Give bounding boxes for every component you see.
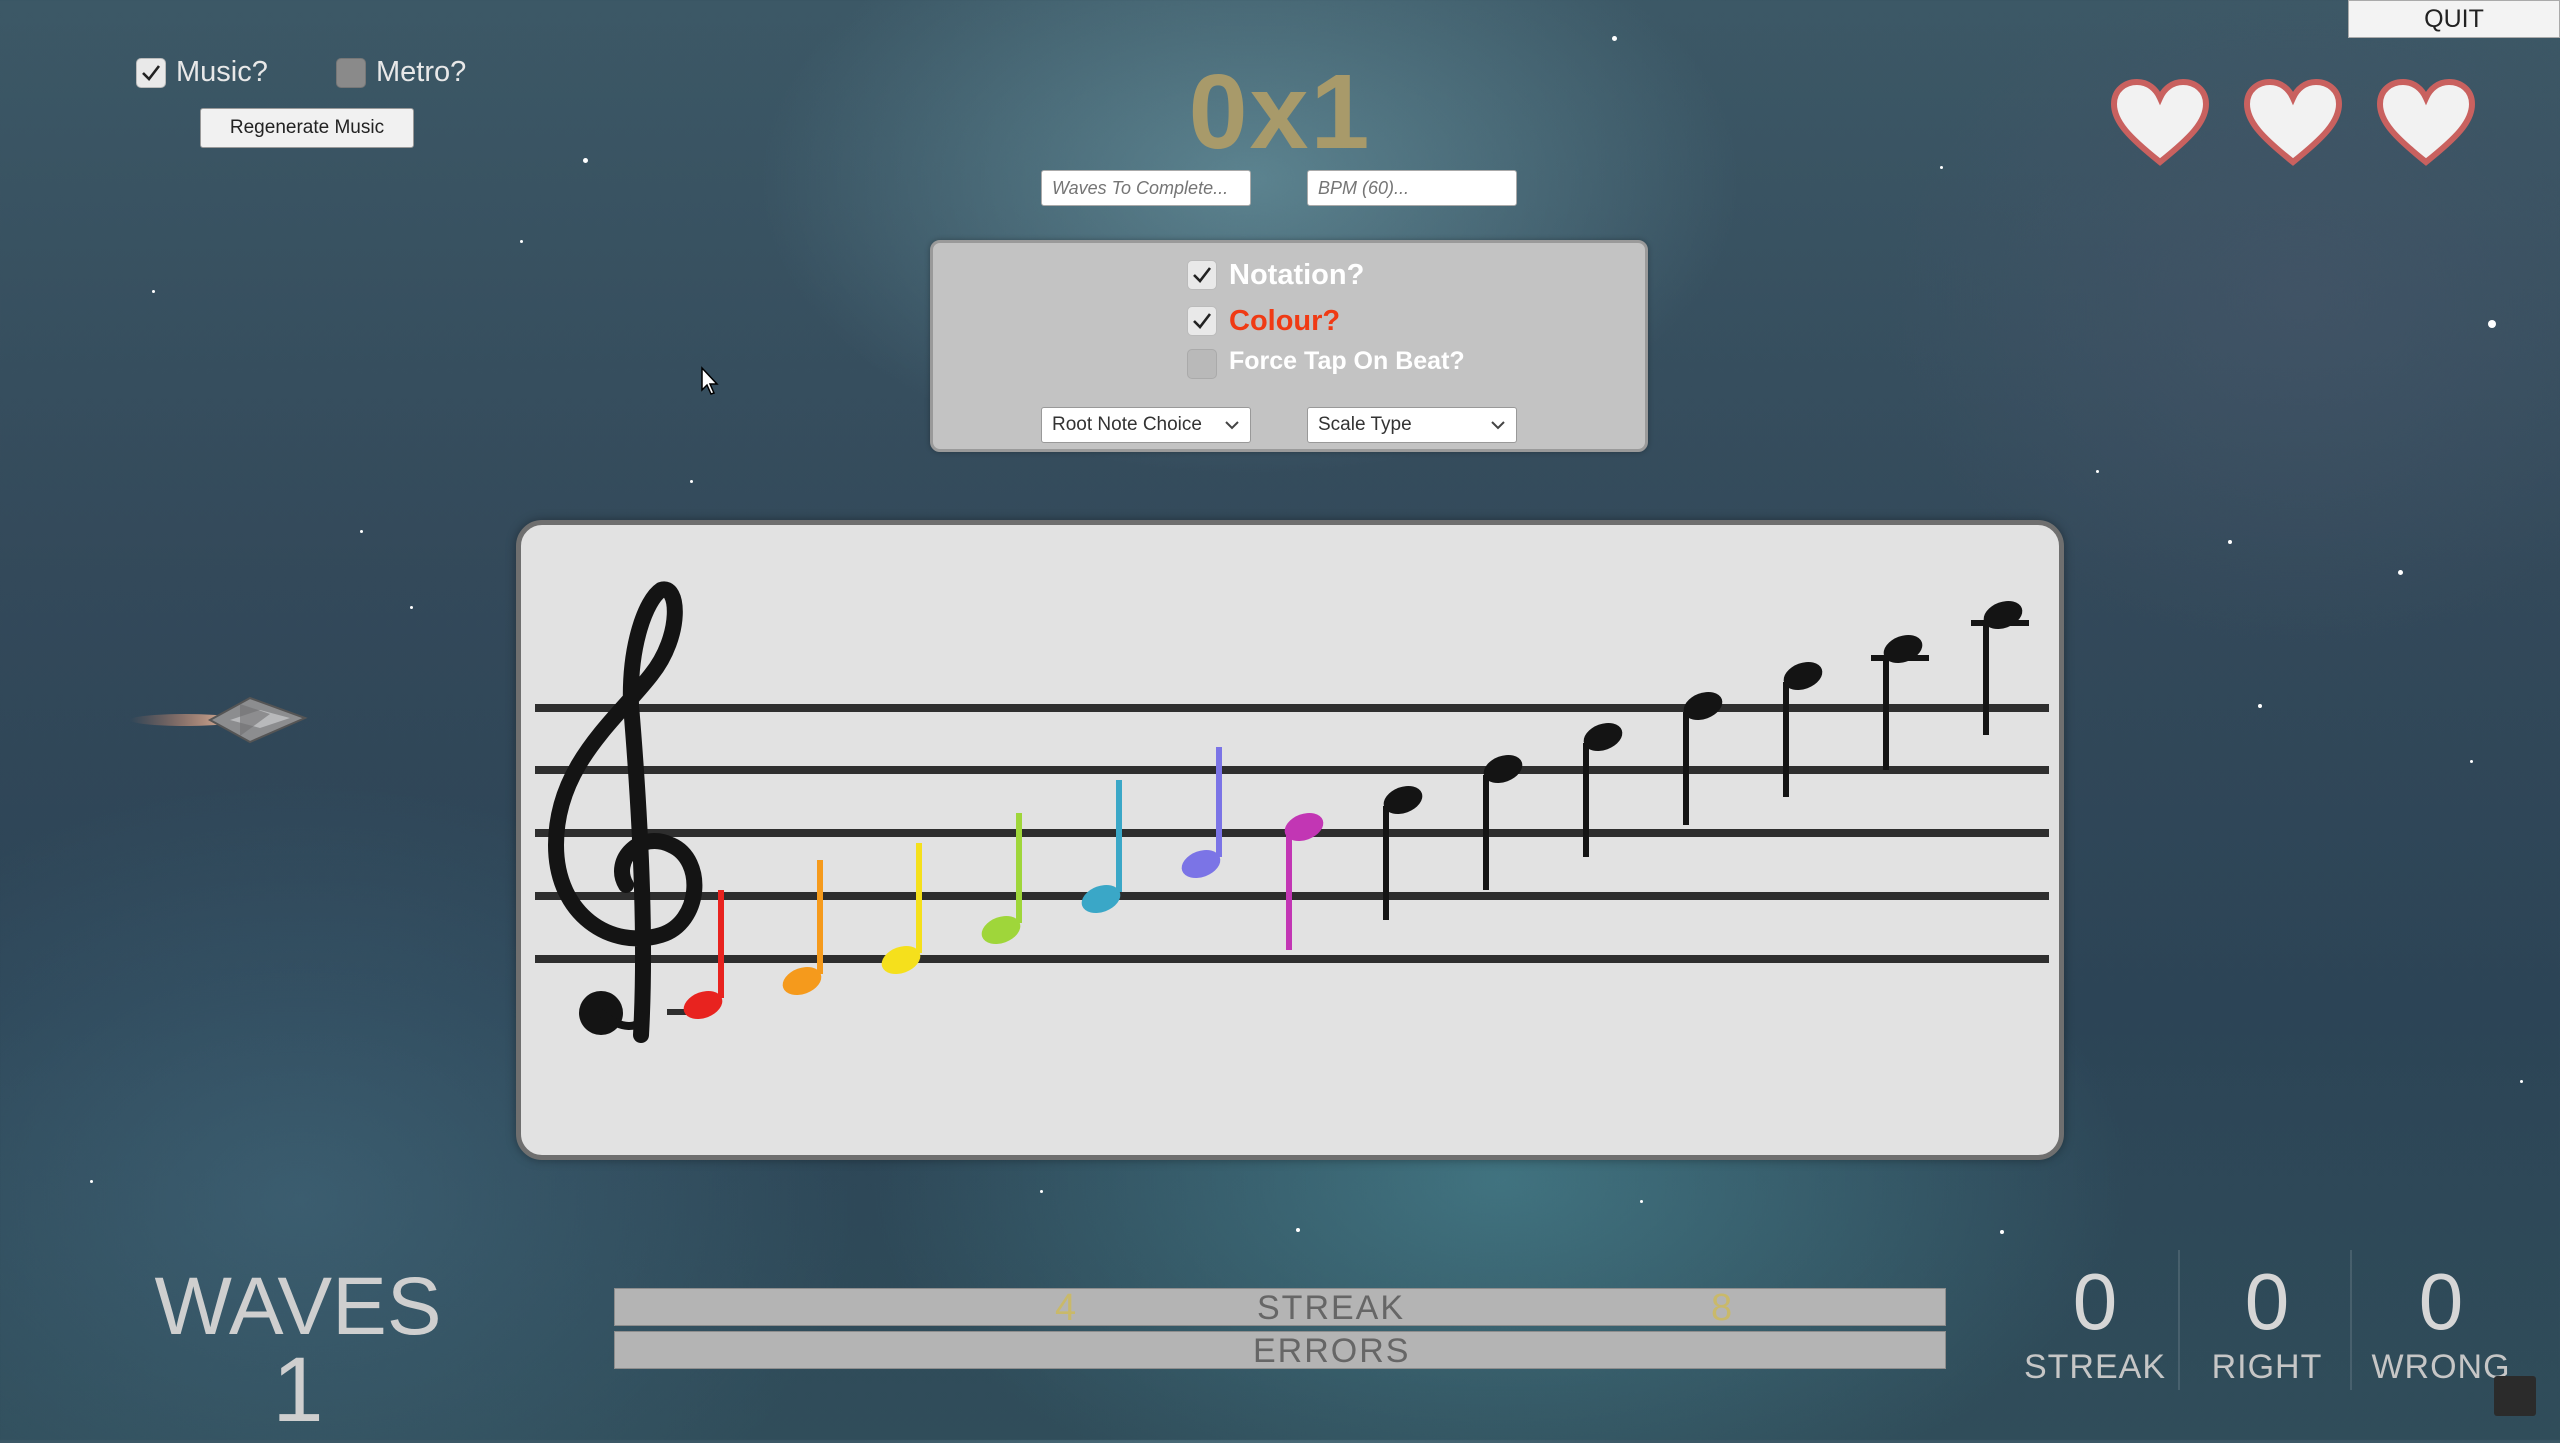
game-screen: { "top_left": { "music_label": "Music?",…	[0, 0, 2560, 1441]
notation-label: Notation?	[1229, 259, 1365, 291]
checkmark-icon	[142, 65, 161, 81]
app-logo-icon	[2494, 1376, 2536, 1416]
heart-icon	[2376, 78, 2476, 166]
colour-label: Colour?	[1229, 305, 1341, 337]
regenerate-music-button[interactable]: Regenerate Music	[200, 108, 414, 148]
streak-label: STREAK	[2023, 1348, 2167, 1386]
right-value: 0	[2244, 1257, 2290, 1346]
scale-type-dropdown-label: Scale Type	[1318, 414, 1412, 435]
scale-type-dropdown[interactable]: Scale Type	[1307, 407, 1517, 443]
root-note-dropdown[interactable]: Root Note Choice	[1041, 407, 1251, 443]
streak-bar: 4 STREAK 8	[614, 1287, 1946, 1329]
note	[1284, 812, 1324, 950]
right-label: RIGHT	[2211, 1348, 2323, 1386]
wrong-value: 0	[2418, 1257, 2464, 1346]
streak-value: 0	[2072, 1257, 2118, 1346]
waves-value: 1	[272, 1339, 324, 1441]
root-note-dropdown-label: Root Note Choice	[1052, 414, 1202, 435]
streak-bar-label: STREAK	[1257, 1289, 1406, 1327]
note	[1971, 600, 2029, 735]
music-staff	[535, 581, 2049, 1043]
force-tap-checkbox[interactable]	[1187, 349, 1217, 379]
errors-bar: ERRORS	[614, 1331, 1946, 1370]
note	[1683, 691, 1723, 825]
streak-bar-right-value: 8	[1711, 1287, 1733, 1329]
colour-checkbox[interactable]	[1187, 306, 1217, 336]
options-panel: Notation? Colour? Force Tap On Beat? Roo…	[930, 240, 1648, 452]
checkmark-icon	[1193, 313, 1212, 329]
note	[881, 843, 922, 975]
metro-label: Metro?	[376, 56, 467, 88]
score-multiplier: 0x1	[1188, 53, 1372, 171]
quit-button[interactable]: QUIT	[2348, 0, 2560, 38]
spaceship-icon	[130, 696, 308, 744]
note	[1783, 661, 1823, 797]
errors-bar-label: ERRORS	[1253, 1332, 1411, 1370]
metro-checkbox[interactable]	[336, 58, 366, 88]
notation-checkbox[interactable]	[1187, 260, 1217, 290]
streak-bar-left-value: 4	[1055, 1287, 1077, 1329]
music-checkbox[interactable]	[136, 58, 166, 88]
chevron-down-icon	[1225, 421, 1239, 430]
note	[782, 860, 823, 996]
bpm-input[interactable]	[1307, 170, 1517, 206]
divider	[2178, 1250, 2180, 1390]
chevron-down-icon	[1491, 421, 1505, 430]
checkmark-icon	[1193, 267, 1212, 283]
heart-icon	[2110, 78, 2210, 166]
note	[1081, 780, 1122, 914]
music-label: Music?	[176, 56, 268, 88]
music-staff-panel	[516, 520, 2064, 1160]
force-tap-label: Force Tap On Beat?	[1229, 347, 1465, 375]
note	[1871, 634, 1929, 770]
note	[1483, 754, 1523, 890]
heart-icon	[2243, 78, 2343, 166]
divider	[2350, 1250, 2352, 1390]
waves-to-complete-input[interactable]	[1041, 170, 1251, 206]
mouse-cursor-icon	[701, 366, 719, 395]
treble-clef-icon	[547, 581, 703, 1043]
